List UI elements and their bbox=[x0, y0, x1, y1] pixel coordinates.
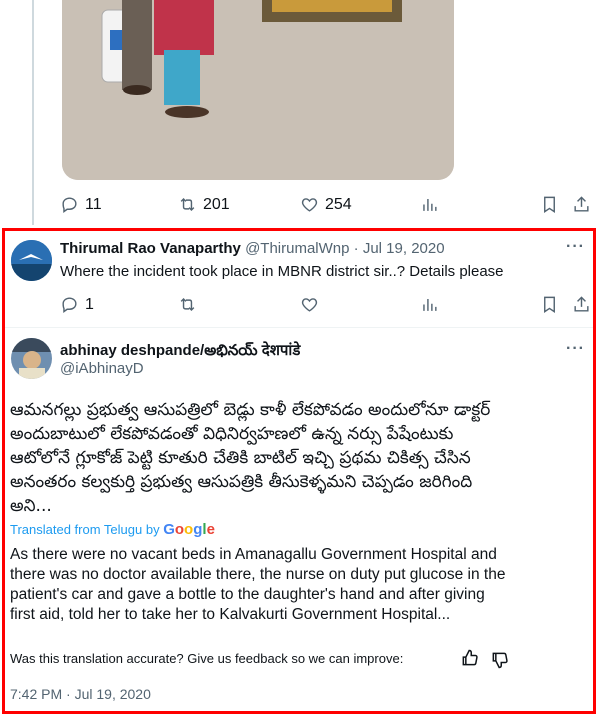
original-text-line: అందుబాటులో లేకపోవడంతో విధినిర్వహణలో ఉన్న… bbox=[10, 424, 454, 444]
retweet-count: 201 bbox=[203, 195, 230, 213]
like-count: 254 bbox=[325, 195, 352, 213]
retweet-button[interactable]: 201 bbox=[178, 195, 230, 214]
views-button[interactable] bbox=[420, 295, 439, 314]
original-text-line: అని... bbox=[10, 496, 52, 516]
like-button[interactable]: 254 bbox=[300, 195, 352, 214]
avatar-image bbox=[11, 338, 52, 379]
retweet-button[interactable] bbox=[178, 295, 197, 314]
reply-count: 1 bbox=[85, 295, 94, 313]
translated-text-line: As there were no vacant beds in Amanagal… bbox=[10, 546, 497, 563]
translated-text-line: there was no doctor available there, the… bbox=[10, 566, 506, 583]
translated-text-line: patient's car and gave a bottle to the d… bbox=[10, 586, 485, 603]
avatar[interactable] bbox=[11, 240, 52, 281]
translated-text: As there were no vacant beds in Amanagal… bbox=[10, 545, 595, 625]
tweet-photo[interactable] bbox=[62, 0, 454, 180]
bookmark-icon bbox=[544, 296, 555, 313]
tweet-text: Where the incident took place in MBNR di… bbox=[60, 263, 504, 280]
author-name[interactable]: Thirumal Rao Vanaparthy bbox=[60, 240, 241, 257]
divider bbox=[5, 327, 593, 328]
tweet-date[interactable]: Jul 19, 2020 bbox=[363, 240, 445, 257]
reply1-header: Thirumal Rao Vanaparthy @ThirumalWnp · J… bbox=[60, 240, 445, 257]
views-button[interactable] bbox=[420, 195, 439, 214]
original-text-line: ఆటోలోనే గ్లూకోజ్ పెట్టి కూతురి చేతికి బా… bbox=[10, 448, 471, 468]
heart-icon bbox=[301, 198, 318, 212]
analytics-icon bbox=[423, 298, 437, 311]
thumbs-down-icon[interactable] bbox=[490, 650, 510, 675]
avatar[interactable] bbox=[11, 338, 52, 379]
share-icon bbox=[574, 296, 589, 312]
thumbs-up-icon[interactable] bbox=[460, 648, 480, 673]
reply-button[interactable]: 1 bbox=[60, 295, 94, 314]
original-text: ఆమనగల్లు ప్రభుత్వ ఆసుపత్రిలో బెడ్లు కాళీ… bbox=[10, 398, 590, 518]
more-options-icon[interactable]: ··· bbox=[566, 238, 585, 256]
original-text-line: ఆమనగల్లు ప్రభుత్వ ఆసుపత్రిలో బెడ్లు కాళీ… bbox=[10, 400, 491, 420]
author-handle[interactable]: @iAbhinayD bbox=[60, 360, 144, 377]
bookmark-button[interactable] bbox=[540, 295, 559, 314]
google-logo: Google bbox=[163, 521, 215, 538]
retweet-icon bbox=[180, 197, 195, 212]
separator: · bbox=[353, 240, 359, 257]
author-handle[interactable]: @ThirumalWnp bbox=[245, 240, 349, 257]
reply-icon bbox=[62, 297, 77, 314]
like-button[interactable] bbox=[300, 295, 319, 314]
thread-line bbox=[32, 0, 34, 225]
original-text-line: అనంతరం కల్వకుర్తి ప్రభుత్వ ఆసుపత్రికి తీ… bbox=[10, 472, 473, 492]
reply-count: 11 bbox=[85, 195, 102, 213]
share-icon bbox=[574, 196, 589, 212]
retweet-icon bbox=[180, 297, 195, 312]
translated-text-line: first aid, told her to take her to Kalva… bbox=[10, 606, 451, 623]
heart-icon bbox=[301, 298, 318, 312]
share-button[interactable] bbox=[572, 195, 591, 214]
tweet-timestamp[interactable]: 7:42 PM · Jul 19, 2020 bbox=[10, 686, 151, 702]
bookmark-icon bbox=[544, 196, 555, 213]
translated-from-text: Translated from Telugu by bbox=[10, 522, 160, 537]
avatar-image bbox=[11, 240, 52, 281]
bookmark-button[interactable] bbox=[540, 195, 559, 214]
more-options-icon[interactable]: ··· bbox=[566, 340, 585, 358]
reply-icon bbox=[62, 197, 77, 214]
translation-feedback: Was this translation accurate? Give us f… bbox=[10, 651, 403, 666]
feedback-text: Was this translation accurate? Give us f… bbox=[10, 651, 404, 666]
reply-button[interactable]: 11 bbox=[60, 195, 102, 214]
translated-from-label[interactable]: Translated from Telugu by Google bbox=[10, 521, 215, 538]
analytics-icon bbox=[423, 198, 437, 211]
share-button[interactable] bbox=[572, 295, 591, 314]
photo-scene-graphic bbox=[62, 0, 454, 180]
